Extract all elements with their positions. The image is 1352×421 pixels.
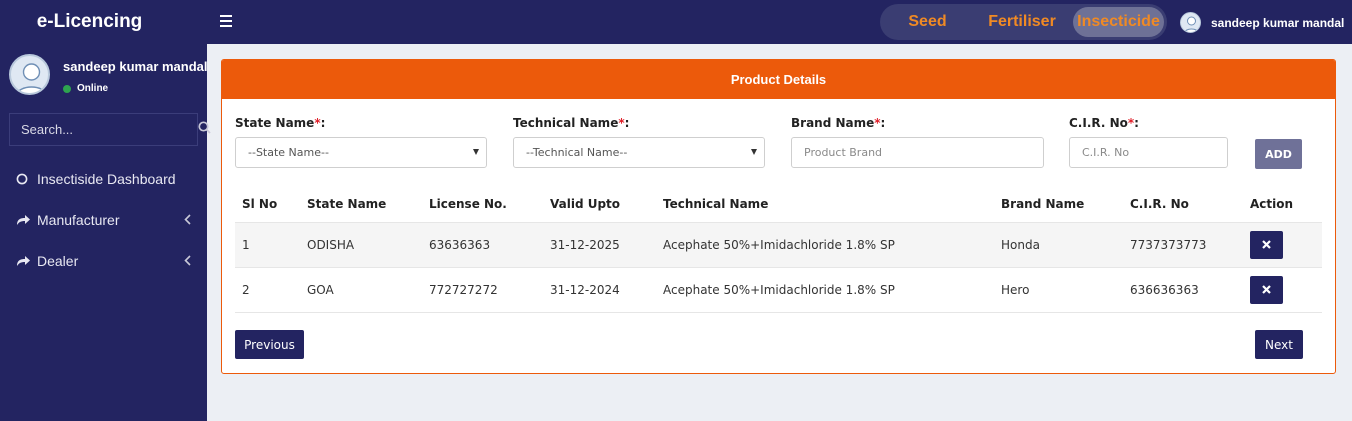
delete-button[interactable] [1250,230,1283,259]
dropdown-caret-icon [473,149,479,155]
cell-state-name: GOA [300,267,422,313]
search-button[interactable] [197,114,211,145]
column-header[interactable]: State Name [300,187,422,223]
close-icon [1262,238,1271,252]
column-header[interactable]: C.I.R. No [1123,187,1243,223]
brand-name-label: Brand Name*: [791,116,886,130]
user-name: sandeep kumar mandal [63,59,208,74]
chevron-left-icon [184,212,191,228]
cir-no-field [1069,137,1228,168]
cell-license-no: 772727272 [422,267,543,313]
state-name-select[interactable]: --State Name-- [235,137,487,168]
cell-valid-upto: 31-12-2024 [543,267,656,313]
dropdown-caret-icon [751,149,757,155]
avatar [9,54,50,95]
next-button[interactable]: Next [1255,330,1303,359]
module-fertiliser[interactable]: Fertiliser [982,4,1062,40]
avatar [1180,12,1201,33]
add-button[interactable]: ADD [1255,139,1302,169]
sidebar-item-label: Manufacturer [37,211,120,228]
cell-cir-no: 7737373773 [1123,222,1243,268]
hamburger-menu-icon[interactable] [220,15,232,27]
sidebar-item-label: Insectiside Dashboard [37,170,176,187]
top-user-name: sandeep kumar mandal [1211,15,1345,30]
column-header[interactable]: Brand Name [994,187,1123,223]
sidebar-item-insecticide-dashboard[interactable]: Insectiside Dashboard [0,158,207,199]
cell-brand-name: Honda [994,222,1123,268]
brand-name-input[interactable] [804,146,1043,159]
table-row: 2 GOA 772727272 31-12-2024 Acephate 50%+… [235,267,1322,313]
cell-action [1243,222,1322,268]
brand-logo[interactable]: e-Licencing [0,0,207,44]
table-row: 1 ODISHA 63636363 31-12-2025 Acephate 50… [235,222,1322,268]
top-user-menu[interactable]: sandeep kumar mandal [1180,12,1344,33]
cell-technical-name: Acephate 50%+Imidachloride 1.8% SP [656,267,994,313]
module-insecticide[interactable]: Insecticide [1073,7,1164,37]
close-icon [1262,283,1271,297]
online-dot-icon [63,84,71,93]
sidebar: e-Licencing sandeep kumar mandal Online … [0,0,211,421]
cell-valid-upto: 31-12-2025 [543,222,656,268]
user-panel: sandeep kumar mandal Online [9,54,208,98]
top-navbar: Seed Fertiliser Insecticide sandeep kuma… [207,0,1352,44]
sidebar-item-label: Dealer [37,252,79,269]
cell-cir-no: 636636363 [1123,267,1243,313]
cell-brand-name: Hero [994,267,1123,313]
user-status: Online [63,83,108,94]
column-header[interactable]: Technical Name [656,187,994,223]
status-label: Online [77,83,109,94]
module-switcher: Seed Fertiliser Insecticide [880,4,1167,40]
card-title: Product Details [222,60,1335,99]
chevron-left-icon [184,253,191,269]
product-details-card: Product Details State Name*: Technical N… [221,59,1336,374]
technical-name-label: Technical Name*: [513,116,630,130]
sidebar-search [9,113,211,146]
cir-no-label: C.I.R. No*: [1069,116,1139,130]
technical-name-select[interactable]: --Technical Name-- [513,137,765,168]
column-header[interactable]: License No. [422,187,543,223]
search-icon [198,120,211,139]
cell-technical-name: Acephate 50%+Imidachloride 1.8% SP [656,222,994,268]
state-name-label: State Name*: [235,116,326,130]
column-header[interactable]: Sl No [235,187,300,223]
cell-state-name: ODISHA [300,222,422,268]
cir-no-input[interactable] [1082,146,1227,159]
cell-license-no: 63636363 [422,222,543,268]
table-header-row: Sl No State Name License No. Valid Upto … [235,187,1322,223]
search-input[interactable] [10,114,197,145]
column-header[interactable]: Valid Upto [543,187,656,223]
cell-action [1243,267,1322,313]
products-table: Sl No State Name License No. Valid Upto … [235,187,1322,313]
previous-button[interactable]: Previous [235,330,304,359]
share-arrow-icon [16,255,34,267]
sidebar-item-dealer[interactable]: Dealer [0,240,207,281]
module-seed[interactable]: Seed [900,4,955,40]
column-header: Action [1243,187,1322,223]
circle-outline-icon [16,173,34,185]
brand-name-field [791,137,1044,168]
cell-sl-no: 1 [235,222,300,268]
share-arrow-icon [16,214,34,226]
cell-sl-no: 2 [235,267,300,313]
delete-button[interactable] [1250,275,1283,304]
sidebar-menu: Insectiside Dashboard Manufacturer Deale… [0,158,207,281]
sidebar-item-manufacturer[interactable]: Manufacturer [0,199,207,240]
